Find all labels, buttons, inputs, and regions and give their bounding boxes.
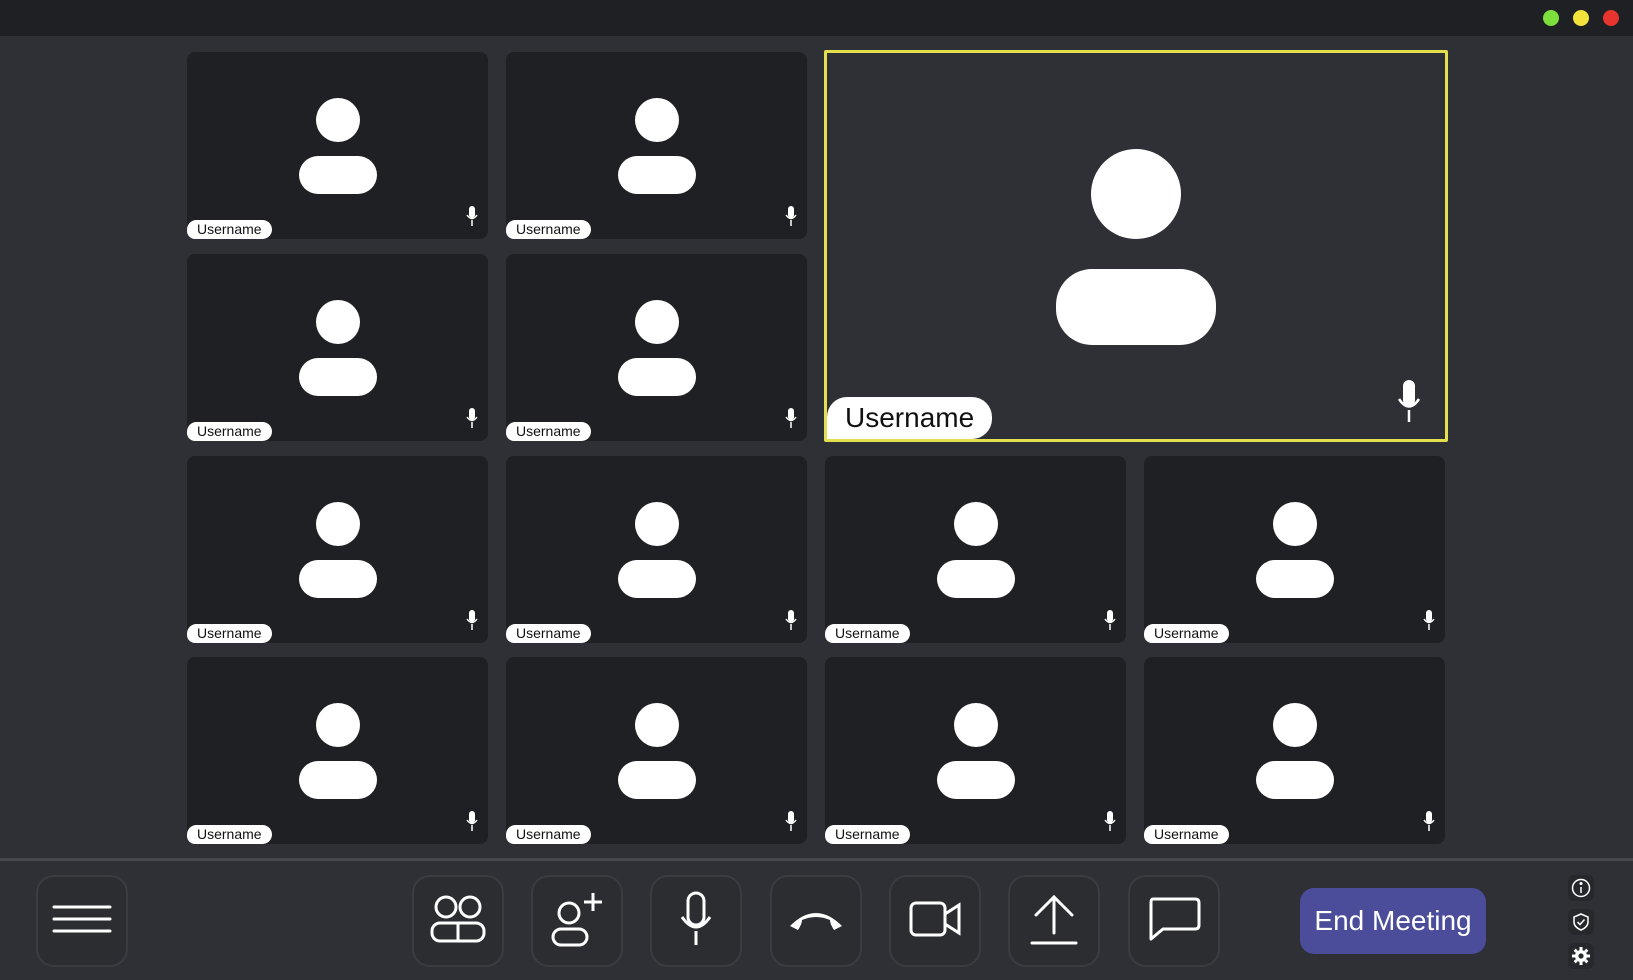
avatar-icon [298, 502, 377, 598]
avatar-icon [298, 300, 377, 396]
mic-icon [785, 408, 797, 433]
participant-tile-2[interactable]: Username [506, 52, 807, 239]
participant-tile-7[interactable]: Username [506, 456, 807, 643]
mic-icon [785, 206, 797, 231]
avatar-icon [298, 703, 377, 799]
side-icon-column [1568, 875, 1594, 969]
menu-icon [52, 904, 112, 939]
meeting-toolbar: End Meeting [0, 858, 1633, 980]
mic-icon [466, 811, 478, 836]
participant-name-tag: Username [506, 220, 591, 239]
avatar-icon [1255, 502, 1334, 598]
participant-tile-1[interactable]: Username [187, 52, 488, 239]
mic-icon [466, 206, 478, 231]
mic-icon [466, 610, 478, 635]
avatar-icon [617, 703, 696, 799]
participant-name-tag: Username [1144, 624, 1229, 643]
mic-icon [466, 408, 478, 433]
maximize-window-button[interactable] [1543, 10, 1559, 26]
avatar-icon [617, 98, 696, 194]
hang-up-icon [786, 906, 846, 937]
participant-name-tag: Username [187, 220, 272, 239]
share-screen-icon [1030, 893, 1078, 950]
participant-tile-11[interactable]: Username [506, 657, 807, 844]
mic-icon [1104, 811, 1116, 836]
mic-icon [1397, 380, 1421, 427]
toggle-video-button[interactable] [889, 875, 981, 967]
participants-button[interactable] [412, 875, 504, 967]
mic-icon [1423, 811, 1435, 836]
participant-tile-12[interactable]: Username [825, 657, 1126, 844]
participant-name-tag: Username [187, 422, 272, 441]
add-participant-button[interactable] [531, 875, 623, 967]
avatar-icon [298, 98, 377, 194]
security-shield-icon[interactable] [1568, 909, 1594, 935]
participants-icon [429, 895, 487, 948]
title-bar [0, 0, 1633, 36]
share-screen-button[interactable] [1008, 875, 1100, 967]
avatar-icon [1255, 703, 1334, 799]
participant-tile-10[interactable]: Username [187, 657, 488, 844]
participant-tile-13[interactable]: Username [1144, 657, 1445, 844]
minimize-window-button[interactable] [1573, 10, 1589, 26]
participant-name-tag: Username [825, 825, 910, 844]
participant-name-tag: Username [506, 624, 591, 643]
mute-microphone-button[interactable] [650, 875, 742, 967]
participant-tile-5[interactable]: Username [506, 254, 807, 441]
participant-tile-8[interactable]: Username [825, 456, 1126, 643]
mic-icon [785, 610, 797, 635]
chat-button[interactable] [1128, 875, 1220, 967]
avatar-icon [617, 502, 696, 598]
window-controls [1543, 10, 1619, 26]
settings-gear-icon[interactable] [1568, 943, 1594, 969]
mic-icon [785, 811, 797, 836]
participant-tile-4[interactable]: Username [187, 254, 488, 441]
chat-icon [1147, 897, 1201, 946]
leave-call-button[interactable] [770, 875, 862, 967]
video-grid: Username Username Username Username User… [0, 36, 1633, 858]
participant-name-tag: Username [187, 825, 272, 844]
close-window-button[interactable] [1603, 10, 1619, 26]
mic-icon [1423, 610, 1435, 635]
avatar-icon [1056, 149, 1216, 345]
add-user-icon [549, 891, 605, 952]
info-icon[interactable] [1568, 875, 1594, 901]
participant-name-tag: Username [1144, 825, 1229, 844]
video-camera-icon [909, 899, 961, 944]
participant-tile-9[interactable]: Username [1144, 456, 1445, 643]
participant-tile-6[interactable]: Username [187, 456, 488, 643]
participant-name-tag: Username [825, 624, 910, 643]
avatar-icon [617, 300, 696, 396]
microphone-icon [679, 891, 713, 952]
active-speaker-tile[interactable]: Username [824, 50, 1448, 442]
end-meeting-button[interactable]: End Meeting [1300, 888, 1486, 954]
participant-name-tag: Username [827, 397, 993, 439]
participant-name-tag: Username [506, 422, 591, 441]
avatar-icon [936, 502, 1015, 598]
mic-icon [1104, 610, 1116, 635]
avatar-icon [936, 703, 1015, 799]
participant-name-tag: Username [187, 624, 272, 643]
participant-name-tag: Username [506, 825, 591, 844]
menu-button[interactable] [36, 875, 128, 967]
